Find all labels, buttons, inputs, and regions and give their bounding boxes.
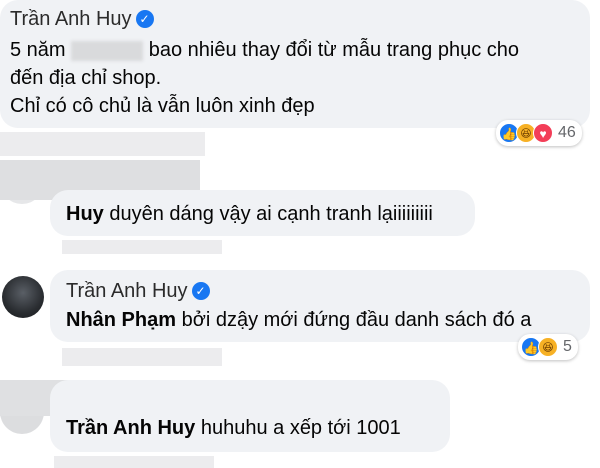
mention-link[interactable]: Huy bbox=[66, 203, 104, 225]
verified-badge-icon: ✓ bbox=[191, 282, 210, 300]
redacted-actions bbox=[62, 348, 222, 366]
mention-link[interactable]: Trần Anh Huy bbox=[66, 417, 195, 439]
comment-bubble-3: Trần Anh Huy ✓ Nhân Phạm bởi dzậy mới đứn… bbox=[50, 270, 590, 342]
comment-author[interactable]: Trần Anh Huy bbox=[10, 8, 132, 31]
redacted-actions bbox=[62, 240, 222, 254]
comment-text: bởi dzậy mới đứng đầu danh sách đó a bbox=[176, 309, 532, 331]
redacted-actions bbox=[0, 132, 205, 156]
comment-author[interactable]: Trần Anh Huy bbox=[66, 280, 188, 303]
comment-text: duyên dáng vậy ai cạnh tranh lạiiiiiiiii bbox=[103, 203, 433, 225]
love-icon: ♥ bbox=[533, 123, 553, 143]
mention-link[interactable]: Nhân Phạm bbox=[66, 309, 176, 331]
redacted-actions bbox=[54, 456, 214, 468]
reaction-summary-1[interactable]: 👍 😆 ♥ 46 bbox=[496, 120, 582, 146]
comment-bubble-4: Trần Anh Huy huhuhu a xếp tới 1001 bbox=[50, 380, 450, 452]
reaction-count: 46 bbox=[558, 124, 576, 141]
avatar[interactable] bbox=[2, 276, 44, 318]
reaction-count: 5 bbox=[563, 338, 572, 355]
reaction-summary-3[interactable]: 👍 😆 5 bbox=[518, 334, 578, 360]
redacted-name bbox=[71, 40, 144, 61]
haha-icon: 😆 bbox=[538, 337, 558, 357]
comment-bubble-1: Trần Anh Huy ✓ 5 năm bao nhiêu thay đổi t… bbox=[0, 0, 590, 128]
comment-bubble-2: Huy duyên dáng vậy ai cạnh tranh lạiiiii… bbox=[50, 190, 475, 236]
verified-badge-icon: ✓ bbox=[135, 10, 154, 28]
comment-text: huhuhu a xếp tới 1001 bbox=[195, 417, 401, 439]
comment-text: 5 năm bao nhiêu thay đổi từ mẫu trang ph… bbox=[10, 39, 520, 117]
